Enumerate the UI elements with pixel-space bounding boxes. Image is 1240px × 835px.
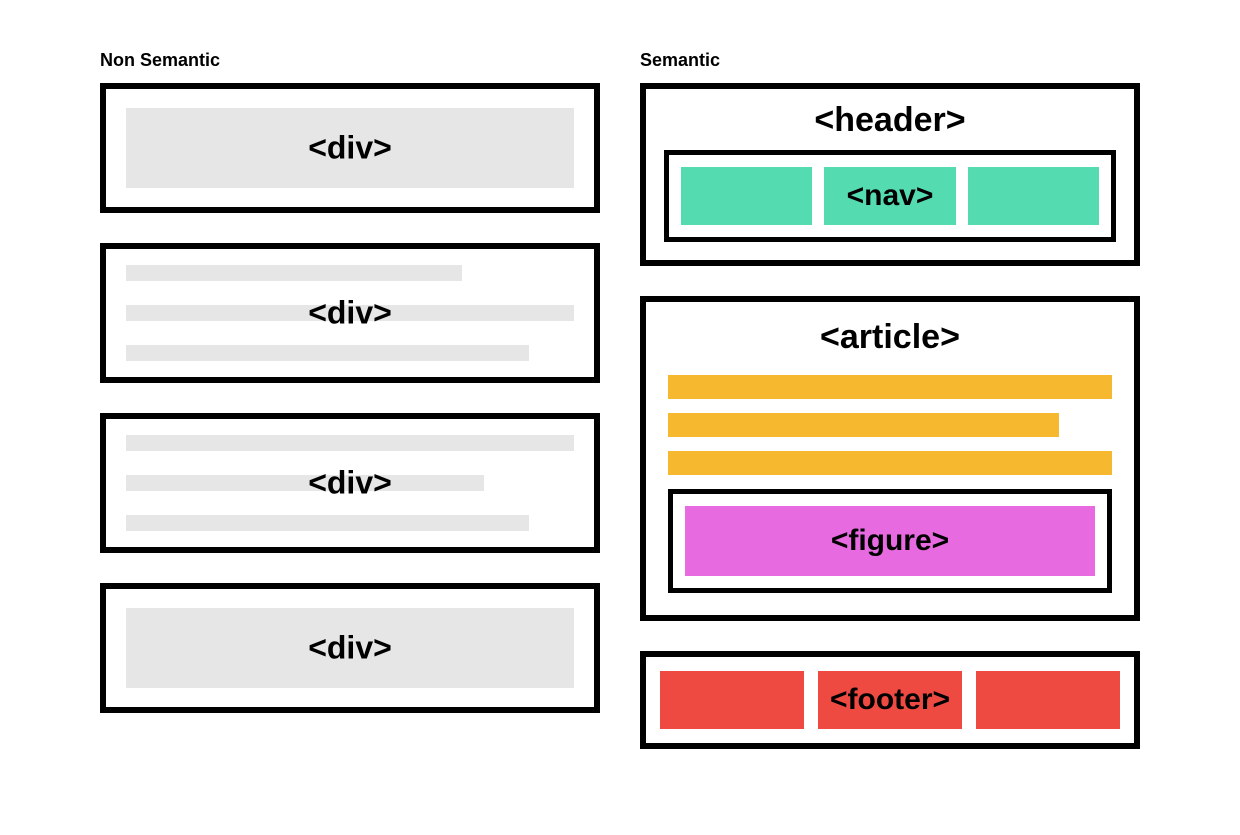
semantic-footer-box: <footer> [640,651,1140,749]
placeholder-bar [126,435,574,451]
article-content-bar [668,375,1112,399]
div-tag-label: <div> [308,630,392,667]
semantic-figure-box: <figure> [668,489,1112,593]
div-tag-label: <div> [308,130,392,167]
nav-item-block [681,167,812,225]
placeholder-bar [126,345,529,361]
semantic-article-box: <article> <figure> [640,296,1140,621]
non-semantic-div-box-3: <div> [100,413,600,553]
nav-item-block [968,167,1099,225]
non-semantic-div-box-2: <div> [100,243,600,383]
diagram-container: Non Semantic <div> <div> <div> <div> [100,50,1140,779]
article-content-bar [668,451,1112,475]
non-semantic-title: Non Semantic [100,50,600,71]
header-tag-label: <header> [664,101,1116,140]
div-tag-label: <div> [308,295,392,332]
footer-tag-label: <footer> [830,683,950,717]
semantic-title: Semantic [640,50,1140,71]
placeholder-bar [126,265,462,281]
article-tag-label: <article> [668,318,1112,357]
placeholder-bar [126,475,484,491]
placeholder-bar [126,515,529,531]
nav-tag-label: <nav> [847,179,934,213]
non-semantic-div-box-1: <div> [100,83,600,213]
div-tag-label: <div> [308,465,392,502]
non-semantic-column: Non Semantic <div> <div> <div> <div> [100,50,600,779]
footer-item-block [660,671,804,729]
figure-tag-label: <figure> [831,524,949,558]
article-content-bar [668,413,1059,437]
footer-item-block [976,671,1120,729]
semantic-column: Semantic <header> <nav> <article> <figur… [640,50,1140,779]
semantic-nav-box: <nav> [664,150,1116,242]
non-semantic-div-box-4: <div> [100,583,600,713]
semantic-header-box: <header> <nav> [640,83,1140,266]
